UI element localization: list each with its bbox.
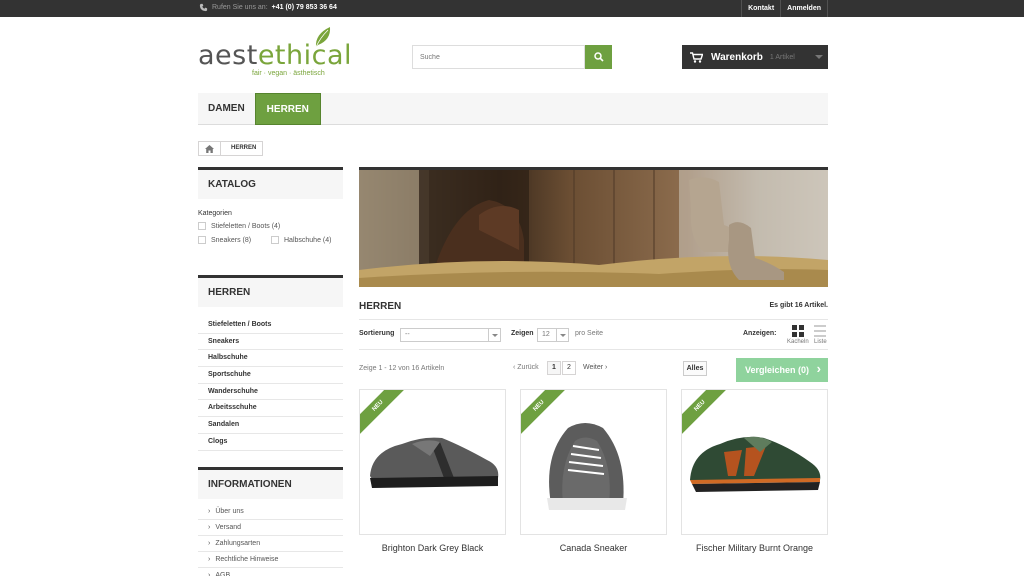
product-name[interactable]: Brighton Dark Grey Black (359, 543, 506, 553)
sort-select[interactable]: -- (400, 328, 501, 342)
category-title: HERREN (359, 301, 402, 312)
nav-item-herren[interactable]: HERREN (254, 93, 321, 125)
cart-count: 1 Artikel (769, 53, 795, 61)
menu-item[interactable]: Sneakers (198, 334, 343, 351)
info-link[interactable]: Versand (198, 520, 343, 536)
cart-button[interactable]: Warenkorb 1 Artikel (682, 45, 828, 69)
back-link[interactable]: ‹ Zurück (513, 364, 539, 371)
sort-bar: Sortierung -- Zeigen 12 pro Seite Anzeig… (359, 319, 828, 350)
breadcrumb: HERREN (198, 141, 264, 156)
shoe-image (690, 436, 821, 492)
search-button[interactable] (585, 45, 612, 69)
top-bar: Rufen Sie uns an: +41 (0) 79 853 36 64 K… (0, 0, 1024, 17)
filter-halbschuhe[interactable]: Halbschuhe (4) (271, 236, 331, 244)
menu-item[interactable]: Stiefeletten / Boots (198, 317, 343, 334)
phone-icon (199, 3, 208, 12)
info-link[interactable]: Über uns (198, 504, 343, 520)
product-count: Es gibt 16 Artikel. (769, 302, 828, 309)
product-name[interactable]: Fischer Military Burnt Orange (681, 543, 828, 553)
next-link[interactable]: Weiter › (583, 364, 607, 371)
compare-button[interactable]: Vergleichen (0) (736, 358, 828, 382)
show-all-button[interactable]: Alles (683, 361, 707, 376)
per-page-label: pro Seite (575, 330, 604, 337)
categories-label: Kategorien (198, 210, 232, 217)
search-box (412, 45, 612, 69)
logo-tagline: fair · vegan · ästhetisch (252, 70, 325, 77)
sort-label: Sortierung (359, 330, 395, 337)
shoe-image (370, 437, 499, 488)
top-links: Kontakt Anmelden (741, 0, 828, 17)
nav-item-damen[interactable]: DAMEN (198, 93, 255, 125)
product-card[interactable]: NEU (520, 389, 667, 535)
info-menu: Über uns Versand Zahlungsarten Rechtlich… (198, 504, 343, 576)
search-input[interactable] (412, 45, 585, 69)
grid-icon (791, 325, 804, 337)
category-banner (359, 167, 828, 287)
herren-menu-title: HERREN (198, 275, 343, 307)
call-info: Rufen Sie uns an: +41 (0) 79 853 36 64 (199, 3, 337, 12)
menu-item[interactable]: Halbschuhe (198, 350, 343, 368)
chevron-down-icon (815, 55, 823, 59)
info-link[interactable]: AGB (198, 568, 343, 576)
menu-item[interactable]: Sportschuhe (198, 367, 343, 384)
phone-number[interactable]: +41 (0) 79 853 36 64 (272, 4, 337, 11)
contact-link[interactable]: Kontakt (741, 0, 780, 17)
shoe-image (547, 423, 627, 510)
info-link[interactable]: Rechtliche Hinweise (198, 552, 343, 568)
page-2[interactable]: 2 (562, 361, 576, 375)
catalog-title: KATALOG (198, 167, 343, 199)
view-grid-button[interactable]: Kacheln (787, 325, 809, 345)
list-icon (814, 325, 827, 337)
page-1[interactable]: 1 (547, 361, 561, 375)
info-title: INFORMATIONEN (198, 467, 343, 499)
view-label: Anzeigen: (743, 330, 777, 337)
breadcrumb-home[interactable] (199, 142, 221, 155)
login-link[interactable]: Anmelden (780, 0, 828, 17)
showing-text: Zeige 1 - 12 von 16 Artikeln (359, 365, 445, 372)
call-label: Rufen Sie uns an: (212, 4, 268, 11)
logo-wordmark: aestethical (198, 40, 353, 71)
chevron-right-icon: › (603, 364, 608, 371)
menu-item[interactable]: Sandalen (198, 417, 343, 434)
main-nav: DAMEN HERREN (198, 93, 828, 125)
menu-item[interactable]: Clogs (198, 434, 343, 451)
herren-menu: Stiefeletten / Boots Sneakers Halbschuhe… (198, 317, 343, 451)
per-page-select[interactable]: 12 (537, 328, 569, 342)
product-card[interactable]: NEU (359, 389, 506, 535)
product-card[interactable]: NEU (681, 389, 828, 535)
checkbox[interactable] (198, 222, 206, 230)
filter-sneakers[interactable]: Sneakers (8) (198, 236, 251, 244)
menu-item[interactable]: Wanderschuhe (198, 384, 343, 401)
checkbox[interactable] (198, 236, 206, 244)
home-icon (205, 144, 214, 153)
menu-item[interactable]: Arbeitsschuhe (198, 400, 343, 418)
chevron-down-icon (488, 329, 500, 341)
pagination-bar: Zeige 1 - 12 von 16 Artikeln ‹ Zurück 1 … (359, 358, 828, 382)
chevron-down-icon (556, 329, 568, 341)
logo[interactable]: aestethical fair · vegan · ästhetisch (198, 26, 352, 82)
product-name[interactable]: Canada Sneaker (520, 543, 667, 553)
breadcrumb-current: HERREN (231, 145, 257, 151)
info-link[interactable]: Zahlungsarten (198, 536, 343, 552)
checkbox[interactable] (271, 236, 279, 244)
cart-label: Warenkorb (711, 51, 763, 63)
search-icon (593, 52, 604, 62)
view-list-button[interactable]: Liste (814, 325, 827, 345)
filter-boots[interactable]: Stiefeletten / Boots (4) (198, 222, 280, 230)
cart-icon (690, 51, 703, 63)
show-label: Zeigen (511, 330, 534, 337)
